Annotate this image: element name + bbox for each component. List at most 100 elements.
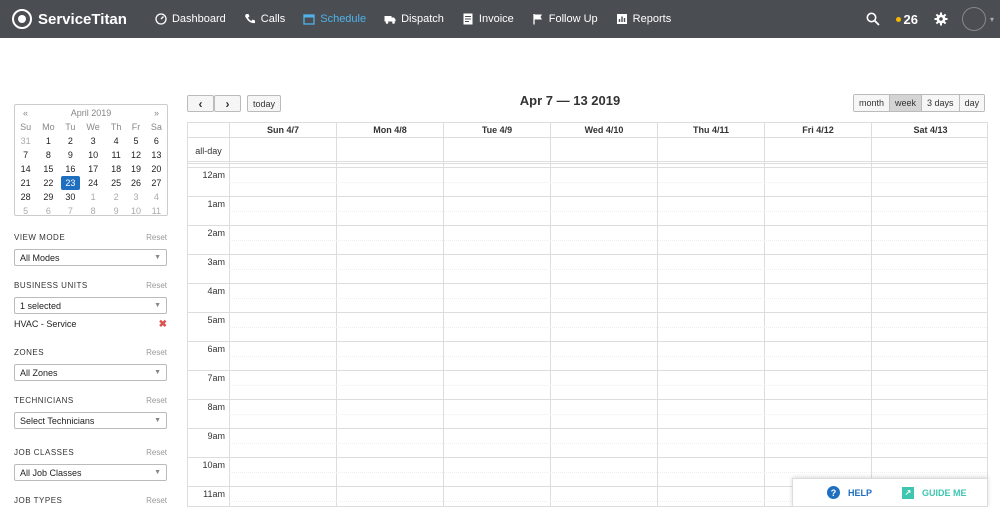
zones-reset-link[interactable]: Reset <box>146 348 167 357</box>
mini-calendar-day[interactable]: 2 <box>61 134 81 148</box>
view-day-button[interactable]: day <box>959 95 985 111</box>
notification-counter[interactable]: 26 <box>895 12 918 27</box>
all-day-row[interactable] <box>188 138 987 164</box>
calendar-icon <box>303 14 315 25</box>
mini-calendar-day[interactable]: 15 <box>36 162 60 176</box>
nav-follow-up[interactable]: Follow Up <box>532 0 598 38</box>
day-column-header[interactable]: Sat 4/13 <box>871 123 987 138</box>
view-mode-select[interactable]: All Modes ▼ <box>14 249 167 266</box>
mini-calendar-prev-button[interactable]: « <box>23 108 28 120</box>
mini-calendar-day[interactable]: 8 <box>80 204 106 218</box>
mini-calendar-day[interactable]: 26 <box>126 176 145 190</box>
day-column-header[interactable]: Tue 4/9 <box>443 123 550 138</box>
mini-calendar-day[interactable]: 8 <box>36 148 60 162</box>
hour-row[interactable] <box>188 370 987 399</box>
technicians-select[interactable]: Select Technicians ▼ <box>14 412 167 429</box>
mini-calendar-day[interactable]: 22 <box>36 176 60 190</box>
mini-calendar-day[interactable]: 28 <box>15 190 36 204</box>
job-types-reset-link[interactable]: Reset <box>146 496 167 505</box>
mini-calendar-day[interactable]: 5 <box>15 204 36 218</box>
mini-calendar-day[interactable]: 11 <box>146 204 167 218</box>
nav-dispatch[interactable]: Dispatch <box>384 0 444 38</box>
hour-row[interactable] <box>188 196 987 225</box>
mini-calendar-day[interactable]: 3 <box>80 134 106 148</box>
hour-row[interactable] <box>188 283 987 312</box>
day-column-header[interactable]: Wed 4/10 <box>550 123 657 138</box>
guide-me-button[interactable]: ↗ GUIDE ME <box>902 486 967 499</box>
mini-calendar-day[interactable]: 7 <box>61 204 81 218</box>
mini-calendar-day[interactable]: 11 <box>106 148 126 162</box>
day-column-header[interactable]: Mon 4/8 <box>336 123 443 138</box>
mini-calendar-day[interactable]: 29 <box>36 190 60 204</box>
day-column-header[interactable]: Thu 4/11 <box>657 123 764 138</box>
view-week-button[interactable]: week <box>890 95 923 111</box>
job-classes-reset-link[interactable]: Reset <box>146 448 167 457</box>
brand-logo[interactable]: ServiceTitan <box>12 0 127 38</box>
hour-row[interactable] <box>188 428 987 457</box>
nav-invoice[interactable]: Invoice <box>462 0 514 38</box>
nav-calls[interactable]: Calls <box>244 0 285 38</box>
mini-calendar-day[interactable]: 14 <box>15 162 36 176</box>
mini-calendar-day[interactable]: 23 <box>60 176 81 190</box>
today-button[interactable]: today <box>247 95 281 112</box>
view-month-button[interactable]: month <box>854 95 891 111</box>
job-classes-label: JOB CLASSES <box>14 448 75 457</box>
mini-calendar-day[interactable]: 19 <box>126 162 145 176</box>
day-column-header[interactable]: Fri 4/12 <box>764 123 871 138</box>
hour-row[interactable] <box>188 341 987 370</box>
mini-calendar-day[interactable]: 9 <box>106 204 126 218</box>
technicians-reset-link[interactable]: Reset <box>146 396 167 405</box>
mini-calendar-day[interactable]: 27 <box>146 176 167 190</box>
mini-calendar-day[interactable]: 10 <box>80 148 106 162</box>
mini-calendar-day[interactable]: 31 <box>15 134 36 148</box>
mini-calendar-day[interactable]: 4 <box>106 134 126 148</box>
mini-calendar-day[interactable]: 25 <box>106 176 126 190</box>
zones-select[interactable]: All Zones ▼ <box>14 364 167 381</box>
mini-calendar-day[interactable]: 7 <box>15 148 36 162</box>
hour-row[interactable] <box>188 254 987 283</box>
mini-calendar-next-button[interactable]: » <box>154 108 159 120</box>
mini-calendar-day[interactable]: 6 <box>36 204 60 218</box>
hour-row[interactable] <box>188 312 987 341</box>
business-units-select[interactable]: 1 selected ▼ <box>14 297 167 314</box>
mini-calendar-day[interactable]: 16 <box>61 162 81 176</box>
mini-calendar-day[interactable]: 21 <box>15 176 36 190</box>
help-button[interactable]: ? HELP <box>827 486 872 499</box>
nav-dashboard[interactable]: Dashboard <box>155 0 226 38</box>
gear-icon[interactable] <box>934 12 948 26</box>
mini-calendar-day[interactable]: 2 <box>106 190 126 204</box>
mini-calendar-day[interactable]: 20 <box>146 162 167 176</box>
mini-calendar-day[interactable]: 30 <box>61 190 81 204</box>
hour-row[interactable] <box>188 167 987 196</box>
job-classes-select[interactable]: All Job Classes ▼ <box>14 464 167 481</box>
mini-calendar-day[interactable]: 1 <box>80 190 106 204</box>
user-avatar[interactable] <box>961 7 986 31</box>
mini-calendar-day[interactable]: 6 <box>146 134 167 148</box>
mini-calendar-day[interactable]: 18 <box>106 162 126 176</box>
next-week-button[interactable]: › <box>214 95 241 112</box>
hour-row[interactable] <box>188 399 987 428</box>
mini-calendar-day[interactable]: 24 <box>80 176 106 190</box>
mini-calendar-day[interactable]: 10 <box>126 204 145 218</box>
hour-row[interactable] <box>188 225 987 254</box>
mini-calendar-day[interactable]: 4 <box>146 190 167 204</box>
view-3-days-button[interactable]: 3 days <box>922 95 960 111</box>
day-column-header[interactable]: Sun 4/7 <box>229 123 336 138</box>
nav-reports[interactable]: Reports <box>616 0 671 38</box>
search-icon[interactable] <box>866 12 880 26</box>
mini-calendar-day[interactable]: 17 <box>80 162 106 176</box>
mini-calendar-day[interactable]: 13 <box>146 148 167 162</box>
prev-week-button[interactable]: ‹ <box>187 95 214 112</box>
technicians-filter: TECHNICIANS Reset Select Technicians ▼ <box>14 396 167 429</box>
mini-calendar-day[interactable]: 3 <box>126 190 145 204</box>
mini-calendar-day[interactable]: 1 <box>36 134 60 148</box>
business-units-reset-link[interactable]: Reset <box>146 281 167 290</box>
nav-schedule[interactable]: Schedule <box>303 0 366 38</box>
job-classes-value: All Job Classes <box>20 467 82 478</box>
mini-calendar-day[interactable]: 12 <box>126 148 145 162</box>
remove-icon[interactable]: ✖ <box>159 319 167 330</box>
mini-calendar-day[interactable]: 5 <box>126 134 145 148</box>
chevron-down-icon[interactable]: ▾ <box>990 15 994 24</box>
view-mode-reset-link[interactable]: Reset <box>146 233 167 242</box>
mini-calendar-day[interactable]: 9 <box>61 148 81 162</box>
